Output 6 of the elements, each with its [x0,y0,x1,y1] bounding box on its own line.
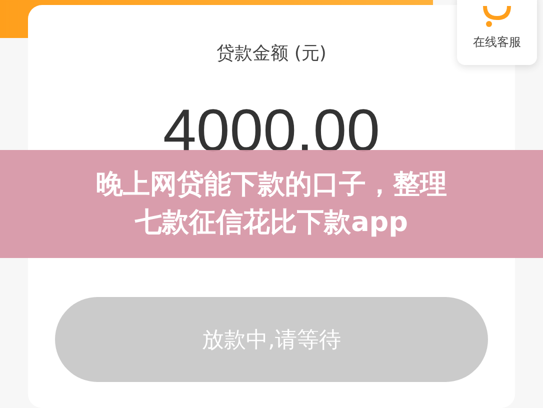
banner-title: 七款征信花比下款app [135,206,408,240]
headset-icon [480,6,514,28]
support-button[interactable]: 在线客服 [457,0,537,65]
banner-title: 晚上网贷能下款的口子，整理 [96,168,447,202]
amount-label: 贷款金额 (元) [216,43,326,65]
loan-amount: 4000.00 [163,99,380,163]
